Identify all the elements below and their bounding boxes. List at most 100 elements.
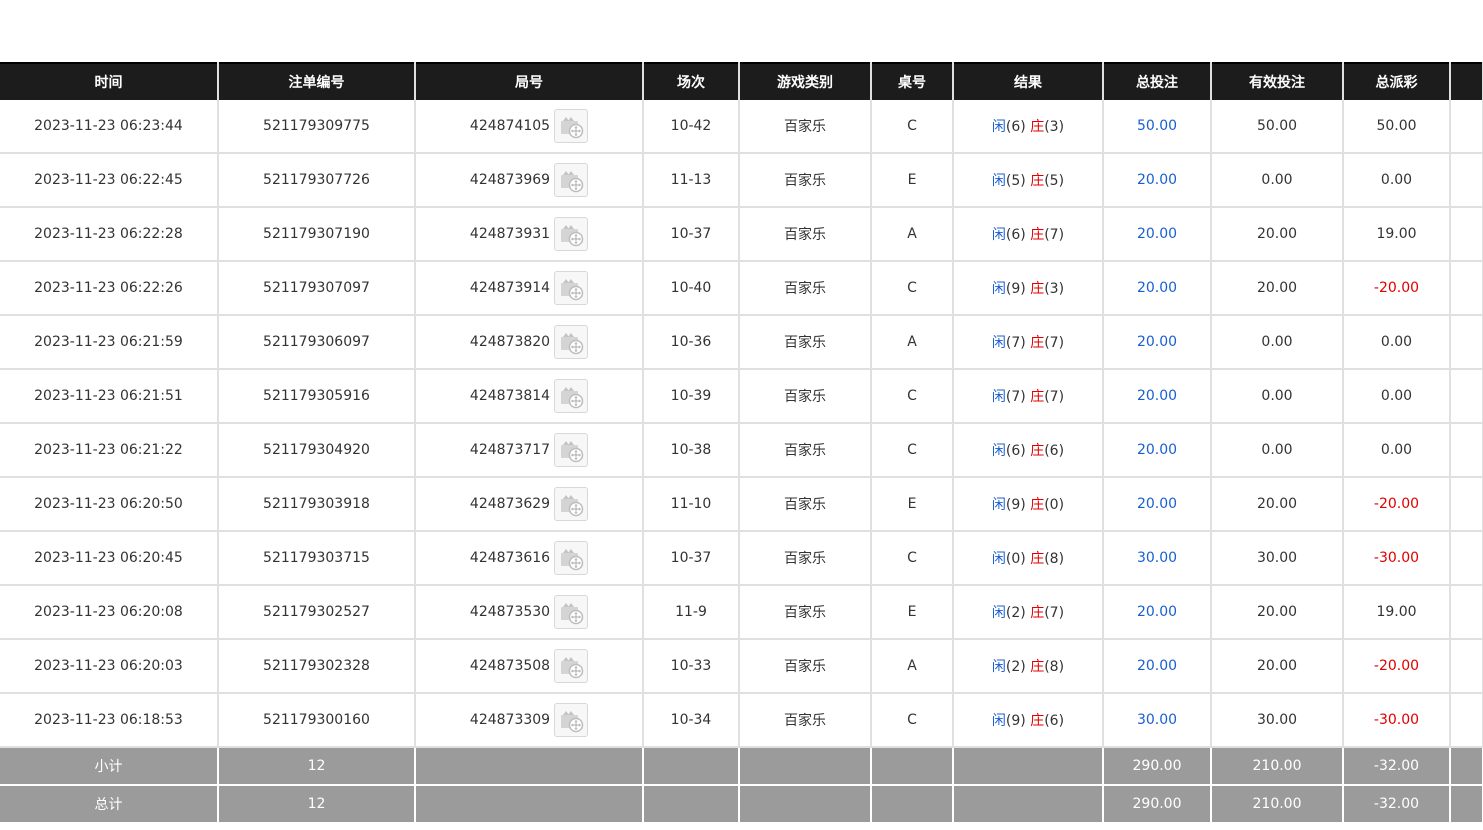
banker-score: (7)	[1044, 605, 1065, 621]
game-type: 百家乐	[739, 315, 872, 370]
video-replay-icon[interactable]	[554, 217, 589, 251]
game-type: 百家乐	[739, 423, 872, 478]
sum-count: 12	[218, 747, 416, 786]
banker-score: (5)	[1044, 173, 1065, 189]
player-score: (5)	[1005, 173, 1026, 189]
result: 闲(6) 庄(6)	[953, 423, 1104, 478]
bet-time: 2023-11-23 06:21:51	[0, 369, 219, 424]
table-row: 2023-11-23 06:22:28 521179307190 4248739…	[0, 207, 1483, 262]
extra-cell	[1450, 693, 1483, 748]
video-replay-icon[interactable]	[554, 163, 589, 197]
game-type: 百家乐	[739, 477, 872, 532]
column-header: 局号	[415, 62, 644, 100]
table-row: 2023-11-23 06:21:59 521179306097 4248738…	[0, 315, 1483, 370]
player-label: 闲	[991, 335, 1006, 351]
table-row: 2023-11-23 06:22:45 521179307726 4248739…	[0, 153, 1483, 208]
video-replay-icon[interactable]	[554, 379, 589, 413]
video-replay-icon[interactable]	[554, 595, 589, 629]
video-replay-icon[interactable]	[554, 649, 589, 683]
valid-bet: 20.00	[1211, 261, 1344, 316]
extra-cell	[1450, 423, 1483, 478]
player-score: (6)	[1005, 227, 1026, 243]
banker-label: 庄	[1030, 335, 1045, 351]
bet-number: 521179305916	[218, 369, 416, 424]
player-score: (6)	[1005, 443, 1026, 459]
valid-bet: 0.00	[1211, 315, 1344, 370]
payout: -20.00	[1343, 477, 1451, 532]
bet-number: 521179302328	[218, 639, 416, 694]
result: 闲(9) 庄(6)	[953, 693, 1104, 748]
bet-time: 2023-11-23 06:22:26	[0, 261, 219, 316]
extra-cell	[1450, 153, 1483, 208]
sum-valid-bet: 210.00	[1211, 785, 1344, 824]
session-number: 10-33	[643, 639, 740, 694]
valid-bet: 0.00	[1211, 153, 1344, 208]
valid-bet: 20.00	[1211, 639, 1344, 694]
video-replay-icon[interactable]	[554, 109, 589, 143]
round-cell: 424873629	[415, 477, 644, 532]
table-header: 时间 注单编号 局号 场次 游戏类别 桌号 结果 总投注 有效投注 总派彩	[0, 62, 1483, 100]
bet-number: 521179300160	[218, 693, 416, 748]
valid-bet: 0.00	[1211, 423, 1344, 478]
video-replay-icon[interactable]	[554, 271, 589, 305]
round-cell: 424873530	[415, 585, 644, 640]
payout: 0.00	[1343, 369, 1451, 424]
video-replay-icon[interactable]	[554, 487, 589, 521]
extra-cell	[1450, 261, 1483, 316]
video-replay-icon[interactable]	[554, 703, 589, 737]
player-label: 闲	[991, 281, 1006, 297]
bet-number: 521179309775	[218, 100, 416, 154]
banker-score: (7)	[1044, 335, 1065, 351]
result: 闲(6) 庄(3)	[953, 100, 1104, 154]
banker-score: (3)	[1044, 281, 1065, 297]
payout: 0.00	[1343, 423, 1451, 478]
sum-payout: -32.00	[1343, 747, 1451, 786]
video-replay-icon[interactable]	[554, 433, 589, 467]
banker-label: 庄	[1030, 173, 1045, 189]
extra-cell	[1450, 639, 1483, 694]
total-bet: 30.00	[1103, 693, 1212, 748]
grandtotal-row: 总计 12 290.00 210.00 -32.00	[0, 785, 1483, 824]
extra-cell	[1450, 531, 1483, 586]
player-label: 闲	[991, 659, 1006, 675]
bet-time: 2023-11-23 06:21:59	[0, 315, 219, 370]
player-label: 闲	[991, 443, 1006, 459]
round-number: 424873629	[469, 496, 551, 512]
player-label: 闲	[991, 119, 1006, 135]
table-number: C	[871, 369, 954, 424]
round-number: 424873616	[469, 550, 551, 566]
player-score: (9)	[1005, 713, 1026, 729]
bet-time: 2023-11-23 06:18:53	[0, 693, 219, 748]
banker-label: 庄	[1030, 281, 1045, 297]
column-header: 总派彩	[1343, 62, 1451, 100]
session-number: 10-37	[643, 207, 740, 262]
round-number: 424873717	[469, 442, 551, 458]
session-number: 10-38	[643, 423, 740, 478]
bet-number: 521179307097	[218, 261, 416, 316]
round-cell: 424873820	[415, 315, 644, 370]
result: 闲(9) 庄(0)	[953, 477, 1104, 532]
table-body: 2023-11-23 06:23:44 521179309775 4248741…	[0, 100, 1483, 824]
session-number: 11-13	[643, 153, 740, 208]
result: 闲(2) 庄(8)	[953, 639, 1104, 694]
bet-time: 2023-11-23 06:20:08	[0, 585, 219, 640]
game-type: 百家乐	[739, 207, 872, 262]
player-label: 闲	[991, 605, 1006, 621]
round-number: 424873309	[469, 712, 551, 728]
bet-time: 2023-11-23 06:22:28	[0, 207, 219, 262]
game-type: 百家乐	[739, 639, 872, 694]
video-replay-icon[interactable]	[554, 541, 589, 575]
player-label: 闲	[991, 227, 1006, 243]
video-replay-icon[interactable]	[554, 325, 589, 359]
result: 闲(7) 庄(7)	[953, 315, 1104, 370]
extra-cell	[1450, 585, 1483, 640]
total-bet: 20.00	[1103, 423, 1212, 478]
player-score: (0)	[1005, 551, 1026, 567]
table-number: C	[871, 531, 954, 586]
bet-number: 521179303918	[218, 477, 416, 532]
game-type: 百家乐	[739, 531, 872, 586]
column-header: 桌号	[871, 62, 954, 100]
player-score: (9)	[1005, 281, 1026, 297]
banker-score: (3)	[1044, 119, 1065, 135]
table-number: A	[871, 639, 954, 694]
